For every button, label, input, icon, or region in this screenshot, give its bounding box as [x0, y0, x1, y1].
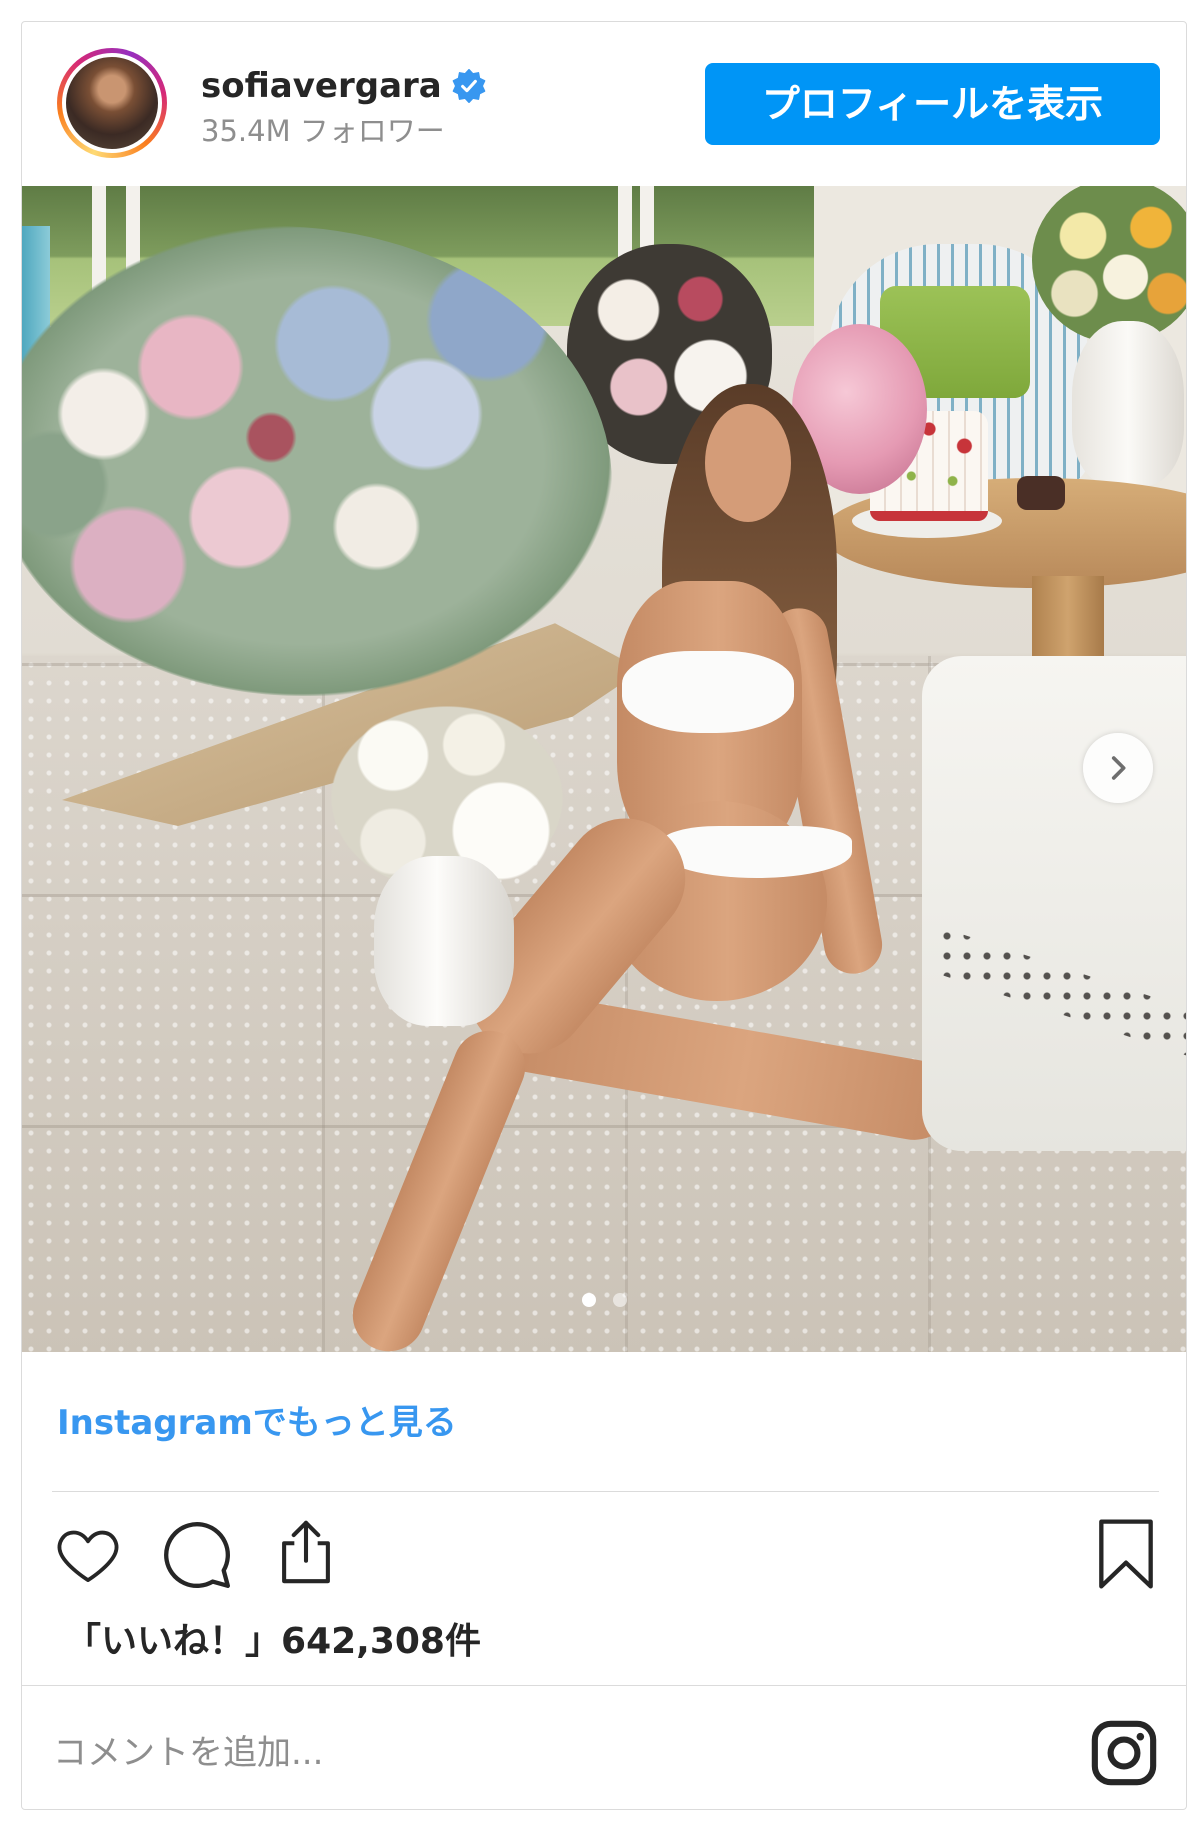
divider: [22, 1685, 1186, 1686]
chevron-right-icon: [1101, 751, 1135, 785]
avatar-image: [62, 53, 162, 153]
photo-figure-face: [705, 404, 791, 522]
post-photo[interactable]: [22, 186, 1186, 1352]
verified-badge-icon: [452, 69, 486, 103]
carousel-dot: [613, 1293, 627, 1307]
follower-count: 35.4M フォロワー: [201, 114, 445, 148]
likes-count[interactable]: 「いいね！」642,308件: [65, 1619, 481, 1665]
likes-label: 「いいね！」: [65, 1621, 282, 1662]
avatar[interactable]: [57, 48, 167, 158]
photo-small-cake: [1017, 476, 1065, 510]
heart-icon[interactable]: [53, 1520, 123, 1590]
username[interactable]: sofiavergara: [201, 64, 442, 108]
likes-number: 642,308件: [281, 1621, 481, 1662]
divider: [52, 1491, 1159, 1492]
add-comment-input[interactable]: [53, 1728, 1013, 1778]
view-profile-button[interactable]: プロフィールを表示: [705, 63, 1160, 145]
comment-icon[interactable]: [160, 1518, 234, 1592]
share-icon[interactable]: [271, 1514, 341, 1590]
more-on-instagram-link[interactable]: Instagramでもっと見る: [57, 1401, 457, 1445]
carousel-next-button[interactable]: [1083, 733, 1153, 803]
photo-figure-swim-top: [622, 651, 794, 733]
instagram-embed-card: sofiavergara 35.4M フォロワー プロフィールを表示 Insta…: [21, 21, 1187, 1810]
username-row[interactable]: sofiavergara: [201, 64, 486, 108]
carousel-dot-active: [582, 1293, 596, 1307]
photo-vase-small: [374, 856, 514, 1026]
instagram-icon[interactable]: [1089, 1718, 1159, 1788]
photo-ottoman: [922, 656, 1186, 1151]
photo-figure-swim-bottom: [662, 826, 852, 878]
bookmark-icon[interactable]: [1095, 1517, 1157, 1591]
photo-vase-large: [1072, 321, 1184, 486]
carousel-dots: [582, 1293, 627, 1307]
